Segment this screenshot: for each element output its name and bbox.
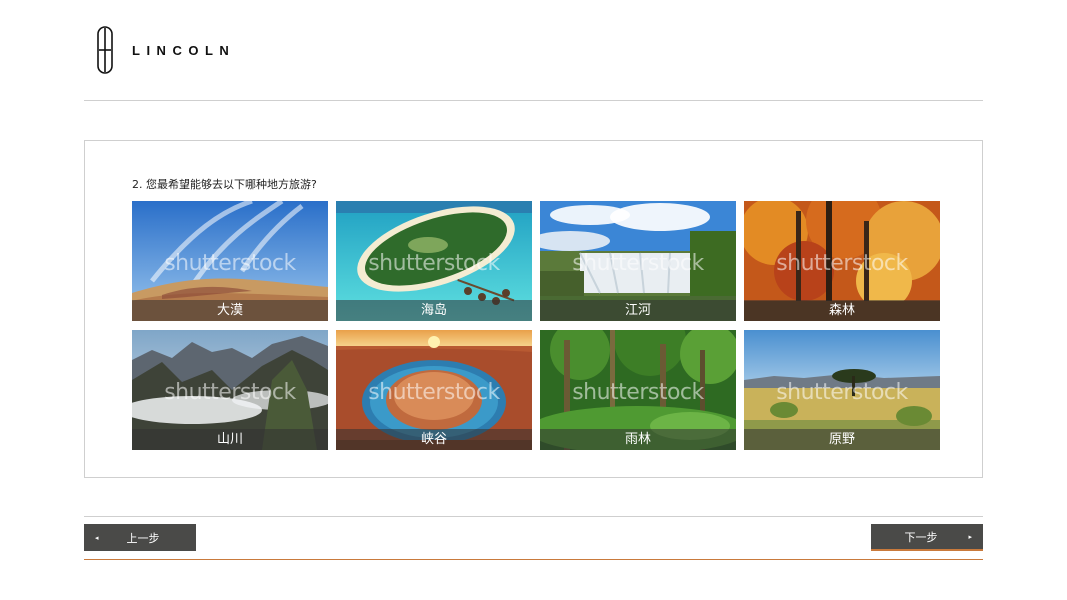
- nav-divider: [84, 516, 983, 517]
- next-button[interactable]: 下一步 ▸: [871, 524, 983, 551]
- option-label: 山川: [132, 429, 328, 450]
- option-river[interactable]: shutterstock 江河: [540, 201, 736, 321]
- option-label: 江河: [540, 300, 736, 321]
- option-mountains[interactable]: shutterstock 山川: [132, 330, 328, 450]
- option-label: 大漠: [132, 300, 328, 321]
- option-forest[interactable]: shutterstock 森林: [744, 201, 940, 321]
- option-canyon[interactable]: shutterstock 峡谷: [336, 330, 532, 450]
- prev-button-label: 上一步: [126, 531, 160, 545]
- brand-wordmark: LINCOLN: [132, 42, 236, 58]
- question-panel: 2. 您最希望能够去以下哪种地方旅游? shutterstock 大漠 shut…: [84, 140, 983, 478]
- option-label: 原野: [744, 429, 940, 450]
- option-label: 雨林: [540, 429, 736, 450]
- lincoln-star-icon: [97, 26, 113, 74]
- option-label: 海岛: [336, 300, 532, 321]
- option-label: 峡谷: [336, 429, 532, 450]
- option-grid: shutterstock 大漠 shutterstock 海岛 shutters…: [132, 201, 940, 450]
- question-text: 2. 您最希望能够去以下哪种地方旅游?: [132, 178, 317, 191]
- option-wilderness[interactable]: shutterstock 原野: [744, 330, 940, 450]
- option-rainforest[interactable]: shutterstock 雨林: [540, 330, 736, 450]
- header-divider: [84, 100, 983, 101]
- option-island[interactable]: shutterstock 海岛: [336, 201, 532, 321]
- arrow-right-icon: ▸: [968, 532, 972, 541]
- next-button-label: 下一步: [904, 530, 938, 544]
- prev-button[interactable]: ◂ 上一步: [84, 524, 196, 551]
- footer-accent-line: [84, 559, 983, 560]
- lincoln-logo: LINCOLN: [96, 24, 235, 76]
- option-desert[interactable]: shutterstock 大漠: [132, 201, 328, 321]
- option-label: 森林: [744, 300, 940, 321]
